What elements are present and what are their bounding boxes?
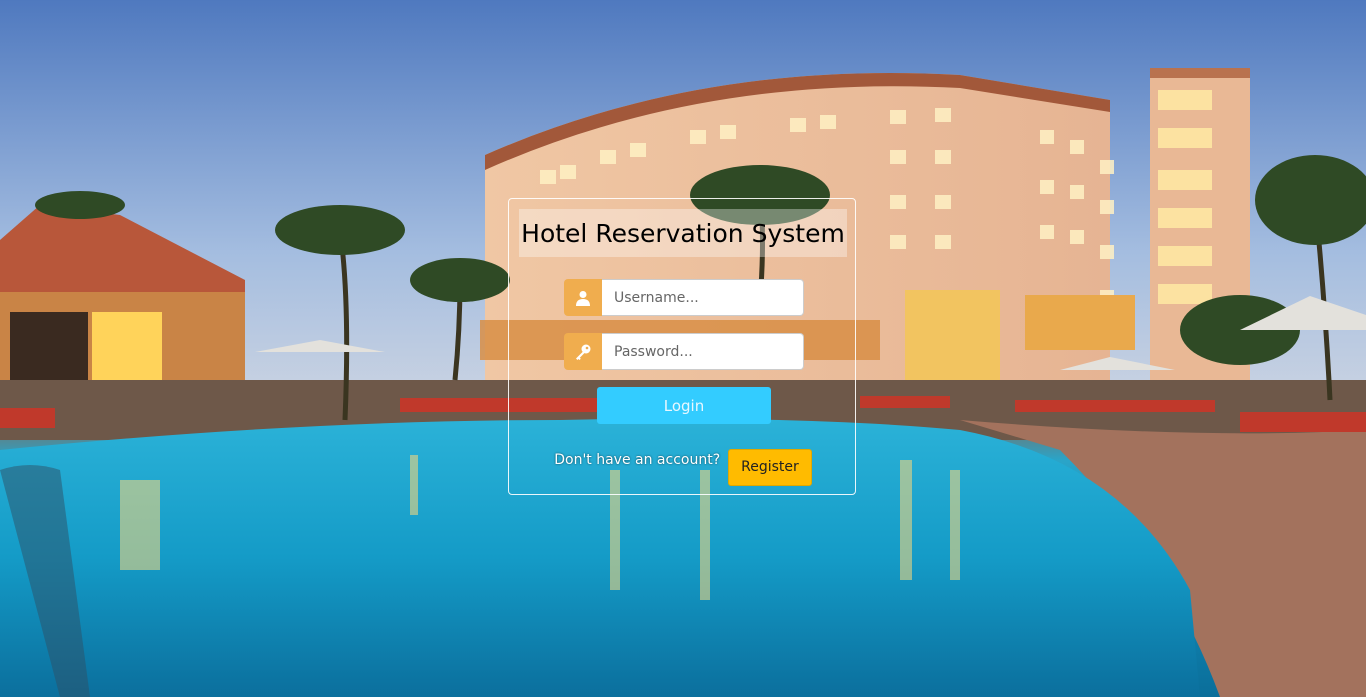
title-banner: Hotel Reservation System (519, 209, 847, 257)
login-panel: Hotel Reservation System Login (508, 198, 856, 495)
register-button[interactable]: Register (728, 448, 812, 486)
username-input[interactable] (602, 279, 804, 316)
register-prompt: Don't have an account? (554, 452, 721, 468)
user-icon (564, 279, 602, 316)
register-row: Don't have an account? Register (509, 448, 857, 486)
password-input[interactable] (602, 333, 804, 370)
page-title: Hotel Reservation System (521, 218, 845, 248)
password-field-group (564, 333, 804, 370)
login-page: Hotel Reservation System Login (0, 0, 1366, 697)
login-button[interactable]: Login (597, 387, 771, 424)
key-icon (564, 333, 602, 370)
username-field-group (564, 279, 804, 316)
